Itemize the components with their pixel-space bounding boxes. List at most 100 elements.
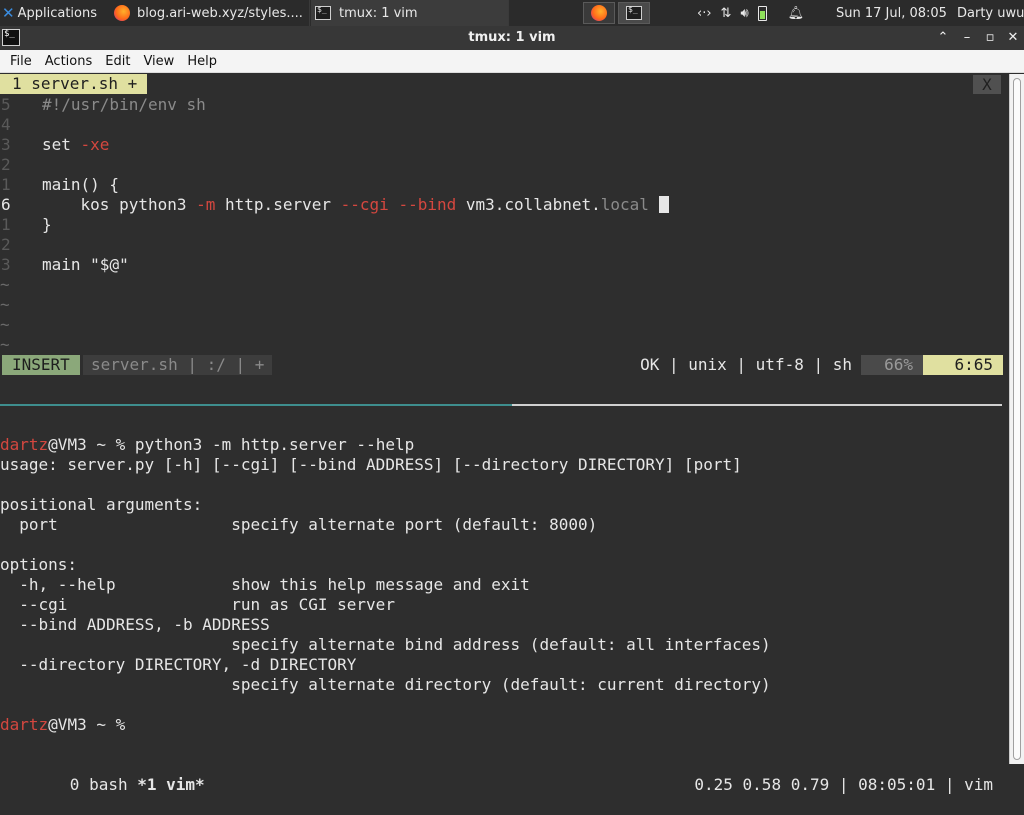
- terminal-icon: [626, 5, 642, 20]
- launcher-firefox[interactable]: [583, 2, 615, 24]
- menu-view[interactable]: View: [137, 54, 180, 69]
- applications-label: Applications: [17, 5, 97, 21]
- prompt-host: @VM3 ~ %: [48, 435, 135, 454]
- vim-empty-line-marker: ~: [0, 275, 10, 294]
- vim-line-number: 3: [1, 255, 11, 274]
- vim-line-number: 2: [1, 155, 11, 174]
- vim-token: vm3.collabnet.: [456, 195, 601, 214]
- vim-token: #!/usr/bin/env sh: [42, 95, 206, 114]
- vim-token: [389, 195, 399, 214]
- notification-bell-icon[interactable]: 🔔︎: [788, 6, 805, 21]
- taskbar-item-browser[interactable]: blog.ari-web.xyz/styles....: [110, 0, 310, 26]
- pane-divider[interactable]: [512, 404, 1002, 406]
- vim-line[interactable]: 1 main() {: [0, 175, 119, 195]
- shell-command: python3 -m http.server --help: [134, 435, 415, 454]
- launcher-terminal[interactable]: [618, 2, 650, 24]
- menubar: File Actions Edit View Help: [0, 50, 1024, 73]
- vim-line[interactable]: 3 main "$@": [0, 255, 129, 275]
- vim-token: main: [42, 255, 91, 274]
- transfer-icon[interactable]: ⇅: [721, 6, 732, 21]
- maximize-icon[interactable]: ▫: [981, 29, 999, 47]
- vim-line[interactable]: 5 #!/usr/bin/env sh: [0, 95, 206, 115]
- volume-icon[interactable]: 🔊︎: [740, 6, 748, 21]
- vim-line[interactable]: 6 kos python3 -m http.server --cgi --bin…: [0, 195, 669, 215]
- vim-token: }: [42, 215, 52, 234]
- menu-file[interactable]: File: [4, 54, 38, 69]
- vim-token: -m: [196, 195, 216, 214]
- vim-empty-line-marker: ~: [0, 335, 10, 354]
- firefox-icon: [591, 5, 607, 21]
- vim-line[interactable]: 1}: [0, 215, 52, 235]
- vim-token: set: [42, 135, 81, 154]
- tmux-statusbar: 0 bash *1 vim* 0.25 0.58 0.79 | 08:05:01…: [0, 735, 1009, 794]
- vim-tab-close[interactable]: X: [973, 75, 1001, 94]
- window-title: tmux: 1 vim: [468, 30, 556, 45]
- shell-output-line: options:: [0, 555, 78, 574]
- prompt-user: dartz: [0, 715, 49, 734]
- prompt-host: @VM3 ~ %: [48, 715, 135, 734]
- firefox-icon: [114, 5, 130, 21]
- prompt-user: dartz: [0, 435, 49, 454]
- shell-output-line: specify alternate directory (default: cu…: [0, 675, 771, 694]
- taskbar-label: tmux: 1 vim: [339, 5, 418, 21]
- clock[interactable]: Sun 17 Jul, 08:05: [836, 0, 948, 26]
- vim-statusline: INSERT server.sh | :/ | + OK | unix | ut…: [0, 355, 1003, 375]
- close-icon[interactable]: ✕: [1004, 29, 1022, 47]
- applications-menu[interactable]: ✕ Applications: [0, 0, 108, 26]
- vim-token: --cgi: [340, 195, 389, 214]
- taskbar-label: blog.ari-web.xyz/styles....: [137, 5, 303, 21]
- scrollbar-thumb[interactable]: [1013, 78, 1021, 760]
- vim-token: --bind: [398, 195, 457, 214]
- vim-line-number: 3: [1, 135, 11, 154]
- vim-empty-line-marker: ~: [0, 295, 10, 314]
- tmux-window-vim[interactable]: *1 vim*: [137, 775, 204, 794]
- vim-token: main() {: [42, 175, 120, 194]
- menu-help[interactable]: Help: [181, 54, 223, 69]
- vim-token: http.server: [215, 195, 341, 214]
- tmux-status-right: 0.25 0.58 0.79 | 08:05:01 | vim: [694, 775, 993, 794]
- vim-line[interactable]: 3 set -xe: [0, 135, 109, 155]
- shell-output-line: --cgi run as CGI server: [0, 595, 395, 614]
- menu-actions[interactable]: Actions: [39, 54, 99, 69]
- user-menu[interactable]: Darty uwu: [957, 0, 1024, 26]
- pane-divider-active[interactable]: [0, 404, 512, 406]
- vim-empty-line-marker: ~: [0, 315, 10, 334]
- vim-token: local: [600, 195, 649, 214]
- vim-token: -xe: [80, 135, 110, 154]
- terminal-area[interactable]: 1 server.sh + X 5 #!/usr/bin/env sh 4 3 set …: [0, 74, 1009, 794]
- vim-tab[interactable]: 1 server.sh +: [0, 74, 148, 94]
- menu-edit[interactable]: Edit: [99, 54, 136, 69]
- vim-line-number: 1: [1, 175, 11, 194]
- tmux-window-bash[interactable]: 0 bash: [70, 775, 137, 794]
- vim-cursor-position: 6:65: [923, 355, 1003, 375]
- shell-output-line: positional arguments:: [0, 495, 203, 514]
- shell-output-line: --directory DIRECTORY, -d DIRECTORY: [0, 655, 357, 674]
- vim-line-number: 4: [1, 115, 11, 134]
- vim-line[interactable]: 4: [0, 115, 42, 135]
- vim-percent: 66%: [861, 355, 923, 375]
- battery-icon[interactable]: [757, 5, 767, 21]
- vim-line-number: 6: [1, 195, 11, 214]
- vim-line[interactable]: 2: [0, 235, 42, 255]
- minimize-icon[interactable]: –: [958, 29, 976, 47]
- network-arrows-icon[interactable]: ‹·›: [697, 6, 712, 21]
- shell-output-line: specify alternate bind address (default:…: [0, 635, 771, 654]
- vim-line-number: 1: [1, 215, 11, 234]
- scrollbar[interactable]: [1009, 74, 1024, 764]
- vim-token: "$@": [90, 255, 129, 274]
- vim-token: [649, 195, 659, 214]
- chevron-up-icon[interactable]: ⌃: [934, 29, 952, 47]
- terminal-icon: [315, 5, 331, 20]
- vim-line-number: 2: [1, 235, 11, 254]
- shell-prompt-line[interactable]: dartz@VM3 ~ % python3 -m http.server --h…: [0, 435, 414, 455]
- shell-output-line: -h, --help show this help message and ex…: [0, 575, 530, 594]
- window-titlebar[interactable]: tmux: 1 vim ⌃ – ▫ ✕: [0, 26, 1024, 50]
- vim-encoding-info: OK | unix | utf-8 | sh: [640, 355, 852, 374]
- vim-mode: INSERT: [2, 355, 80, 375]
- vim-line[interactable]: 2: [0, 155, 42, 175]
- shell-prompt-line[interactable]: dartz@VM3 ~ %: [0, 715, 135, 735]
- shell-output-line: --bind ADDRESS, -b ADDRESS: [0, 615, 270, 634]
- top-panel: ✕ Applications blog.ari-web.xyz/styles..…: [0, 0, 1024, 26]
- taskbar-item-terminal[interactable]: tmux: 1 vim: [311, 0, 509, 26]
- vim-file-info: server.sh | :/ | +: [83, 355, 273, 375]
